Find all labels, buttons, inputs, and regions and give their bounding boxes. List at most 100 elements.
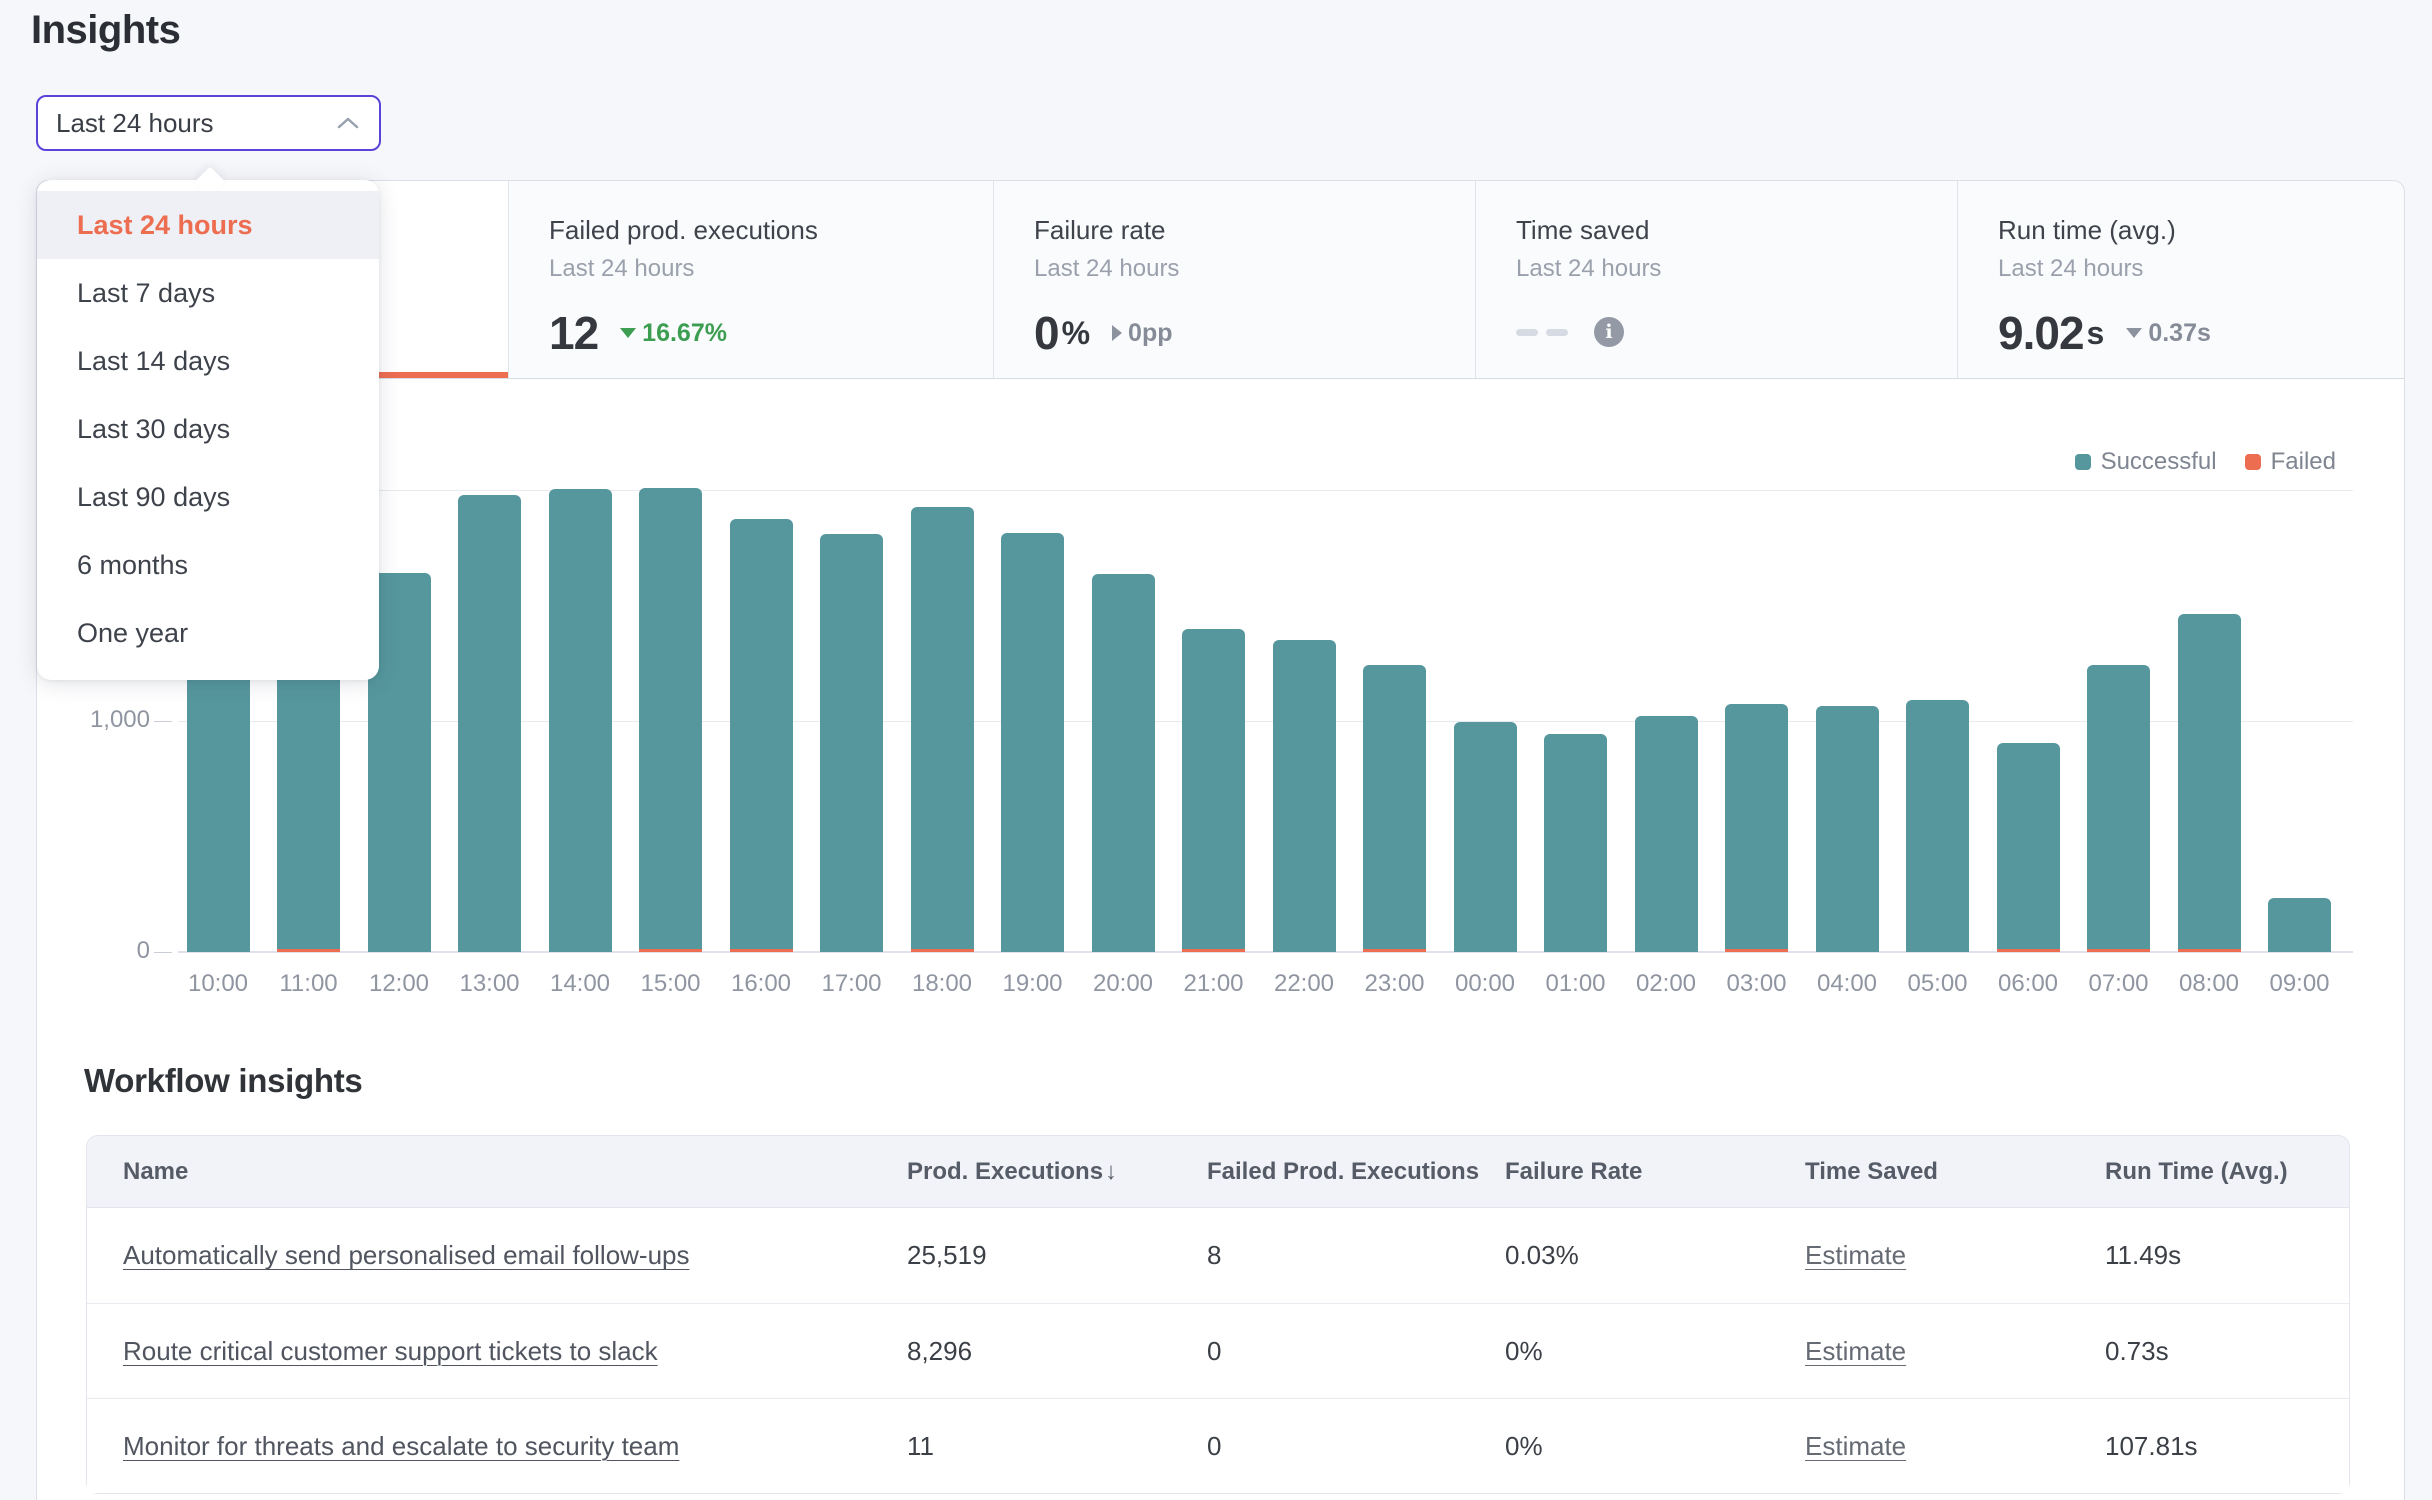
bar-17:00 — [820, 534, 883, 952]
card-failed-prod-executions[interactable]: Failed prod. executions Last 24 hours 12… — [508, 181, 993, 378]
column-header-run-time-avg-[interactable]: Run Time (Avg.) — [2105, 1158, 2349, 1186]
x-tick-label: 13:00 — [445, 970, 535, 998]
column-header-failure-rate[interactable]: Failure Rate — [1505, 1158, 1805, 1186]
x-tick-label: 06:00 — [1983, 970, 2073, 998]
x-tick-label: 12:00 — [354, 970, 444, 998]
bar-19:00 — [1001, 533, 1064, 952]
menu-item-last-14-days[interactable]: Last 14 days — [37, 327, 379, 395]
card-title: Run time (avg.) — [1998, 215, 2384, 246]
trend-down-icon — [620, 328, 636, 338]
x-tick-label: 01:00 — [1531, 970, 1621, 998]
workflow-insights-heading: Workflow insights — [84, 1062, 362, 1100]
card-subtitle: Last 24 hours — [1516, 255, 1937, 283]
bar-segment-successful — [1816, 706, 1879, 952]
bar-segment-failed — [1363, 949, 1426, 952]
y-tick-mark — [154, 721, 172, 722]
x-tick-label: 22:00 — [1259, 970, 1349, 998]
x-tick-label: 11:00 — [264, 970, 354, 998]
bar-06:00 — [1997, 743, 2060, 952]
bar-segment-successful — [1997, 743, 2060, 949]
x-tick-label: 10:00 — [173, 970, 263, 998]
card-title: Failed prod. executions — [549, 215, 973, 246]
bar-segment-successful — [1906, 700, 1969, 952]
x-tick-label: 14:00 — [535, 970, 625, 998]
bar-23:00 — [1363, 665, 1426, 952]
workflow-name-link[interactable]: Automatically send personalised email fo… — [123, 1240, 690, 1270]
time-saved-estimate-link[interactable]: Estimate — [1805, 1431, 1906, 1461]
info-icon[interactable]: i — [1594, 317, 1624, 347]
failure-rate-value: 0% — [1505, 1431, 1543, 1461]
empty-value-dashes — [1516, 323, 1568, 341]
card-unit: % — [1062, 315, 1090, 352]
summary-cards: Failed prod. executions Last 24 hours 12… — [37, 181, 2404, 379]
card-time-saved[interactable]: Time saved Last 24 hours i — [1475, 181, 1957, 378]
card-delta: 16.67% — [642, 319, 727, 348]
failure-rate-value: 0% — [1505, 1336, 1543, 1366]
table-row: Monitor for threats and escalate to secu… — [87, 1398, 2349, 1493]
x-tick-label: 17:00 — [807, 970, 897, 998]
workflow-name-link[interactable]: Route critical customer support tickets … — [123, 1336, 658, 1366]
x-tick-label: 04:00 — [1802, 970, 1892, 998]
bar-08:00 — [2178, 614, 2241, 952]
menu-item-last-30-days[interactable]: Last 30 days — [37, 395, 379, 463]
menu-item-6-months[interactable]: 6 months — [37, 531, 379, 599]
x-tick-label: 09:00 — [2255, 970, 2345, 998]
failed-prod-executions-value: 8 — [1207, 1240, 1221, 1270]
card-value: 9.02 — [1998, 306, 2084, 360]
bar-segment-successful — [639, 488, 702, 949]
column-header-failed-prod-executions[interactable]: Failed Prod. Executions — [1207, 1158, 1505, 1186]
bar-00:00 — [1454, 722, 1517, 952]
x-tick-label: 18:00 — [897, 970, 987, 998]
card-run-time[interactable]: Run time (avg.) Last 24 hours 9.02 s 0.3… — [1957, 181, 2404, 378]
bar-05:00 — [1906, 700, 1969, 952]
menu-item-last-24-hours[interactable]: Last 24 hours — [37, 191, 379, 259]
menu-item-last-90-days[interactable]: Last 90 days — [37, 463, 379, 531]
bar-04:00 — [1816, 706, 1879, 952]
prod-executions-value: 11 — [907, 1431, 934, 1461]
card-failure-rate[interactable]: Failure rate Last 24 hours 0 % 0pp — [993, 181, 1475, 378]
workflow-name-link[interactable]: Monitor for threats and escalate to secu… — [123, 1431, 679, 1461]
bar-segment-successful — [2268, 898, 2331, 952]
x-tick-label: 00:00 — [1440, 970, 1530, 998]
card-value: 0 — [1034, 306, 1059, 360]
workflow-insights-table: NameProd. Executions↓Failed Prod. Execut… — [86, 1135, 2350, 1494]
bar-segment-failed — [1997, 949, 2060, 952]
menu-item-one-year[interactable]: One year — [37, 599, 379, 667]
x-tick-label: 15:00 — [626, 970, 716, 998]
y-tick-mark — [154, 952, 172, 953]
legend-swatch-successful — [2075, 454, 2091, 470]
trend-down-icon — [2126, 328, 2142, 338]
bar-segment-failed — [730, 949, 793, 952]
column-header-name[interactable]: Name — [87, 1158, 907, 1186]
time-range-selected-value: Last 24 hours — [56, 108, 214, 139]
legend-item-successful[interactable]: Successful — [2075, 448, 2217, 476]
column-header-prod-executions[interactable]: Prod. Executions↓ — [907, 1158, 1207, 1186]
card-subtitle: Last 24 hours — [1034, 255, 1455, 283]
bar-segment-successful — [2087, 665, 2150, 949]
menu-item-last-7-days[interactable]: Last 7 days — [37, 259, 379, 327]
bar-20:00 — [1092, 574, 1155, 952]
column-header-time-saved[interactable]: Time Saved — [1805, 1158, 2105, 1186]
time-saved-estimate-link[interactable]: Estimate — [1805, 1240, 1906, 1270]
bar-03:00 — [1725, 704, 1788, 952]
failed-prod-executions-value: 0 — [1207, 1431, 1221, 1461]
run-time-value: 107.81s — [2105, 1431, 2198, 1461]
time-range-select[interactable]: Last 24 hours — [36, 95, 381, 151]
bar-segment-failed — [911, 949, 974, 952]
chevron-up-icon — [337, 117, 359, 129]
card-title: Time saved — [1516, 215, 1937, 246]
time-saved-estimate-link[interactable]: Estimate — [1805, 1336, 1906, 1366]
x-tick-label: 20:00 — [1078, 970, 1168, 998]
legend-item-failed[interactable]: Failed — [2245, 448, 2336, 476]
card-subtitle: Last 24 hours — [1998, 255, 2384, 283]
card-title: Failure rate — [1034, 215, 1455, 246]
run-time-value: 11.49s — [2105, 1240, 2181, 1270]
y-tick-label: 1,000 — [30, 706, 150, 734]
bar-segment-successful — [1273, 640, 1336, 952]
x-tick-label: 16:00 — [716, 970, 806, 998]
bar-segment-failed — [1725, 949, 1788, 952]
bar-segment-successful — [1182, 629, 1245, 949]
bar-segment-failed — [639, 949, 702, 952]
bar-segment-failed — [1182, 949, 1245, 952]
table-row: Route critical customer support tickets … — [87, 1303, 2349, 1398]
